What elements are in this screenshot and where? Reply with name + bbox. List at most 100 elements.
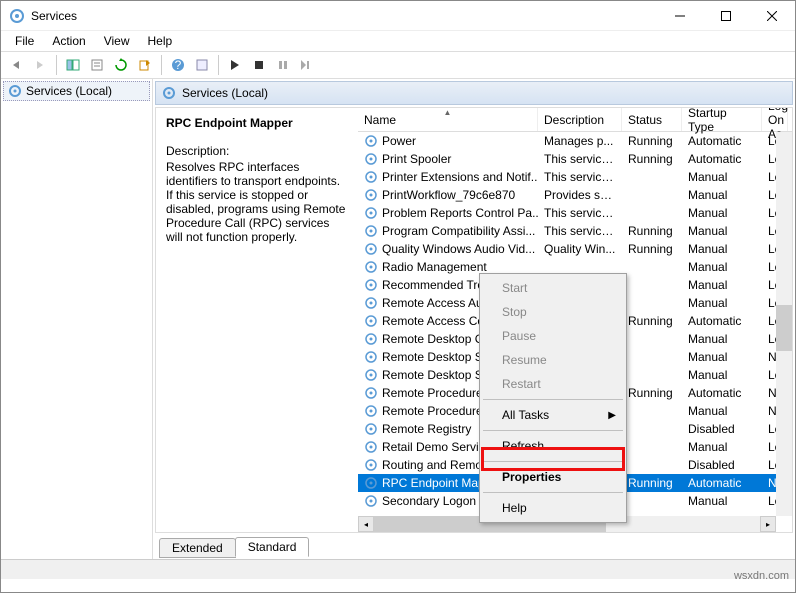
close-button[interactable]: [749, 1, 795, 31]
statusbar: [1, 559, 795, 579]
menu-view[interactable]: View: [96, 32, 138, 50]
restart-service-button[interactable]: [296, 54, 318, 76]
ctx-refresh[interactable]: Refresh: [482, 434, 624, 458]
gear-icon: [364, 134, 378, 148]
description-pane: RPC Endpoint Mapper Description: Resolve…: [156, 108, 358, 532]
service-startup: Manual: [682, 350, 762, 364]
gear-icon: [364, 332, 378, 346]
gear-icon: [364, 350, 378, 364]
tree-node-services-local[interactable]: Services (Local): [3, 81, 150, 101]
main-area: Services (Local) Services (Local) RPC En…: [1, 79, 795, 559]
gear-icon: [364, 440, 378, 454]
service-name: Recommended Trou: [382, 278, 491, 292]
service-name: Routing and Remot: [382, 458, 485, 472]
service-name: Remote Procedure: [382, 386, 483, 400]
service-status: Running: [622, 386, 682, 400]
gear-icon: [364, 458, 378, 472]
toolbar: ?: [1, 51, 795, 79]
window-title: Services: [31, 9, 657, 23]
service-startup: Manual: [682, 170, 762, 184]
properties-button[interactable]: [86, 54, 108, 76]
toolbar-separator: [218, 55, 219, 75]
column-name[interactable]: Name▲: [358, 108, 538, 131]
ctx-restart[interactable]: Restart: [482, 372, 624, 396]
back-button[interactable]: [5, 54, 27, 76]
service-startup: Manual: [682, 224, 762, 238]
service-name: Problem Reports Control Pa...: [382, 206, 538, 220]
scroll-right-button[interactable]: ▸: [760, 516, 776, 532]
gear-icon: [364, 314, 378, 328]
service-desc: This service ...: [538, 170, 622, 184]
tabstrip: Extended Standard: [155, 535, 793, 557]
stop-service-button[interactable]: [248, 54, 270, 76]
service-desc: Quality Win...: [538, 242, 622, 256]
service-startup: Disabled: [682, 458, 762, 472]
refresh-button[interactable]: [110, 54, 132, 76]
service-row[interactable]: PowerManages p...RunningAutomaticLc: [358, 132, 792, 150]
ctx-help[interactable]: Help: [482, 496, 624, 520]
gear-icon: [364, 224, 378, 238]
service-status: Running: [622, 314, 682, 328]
vertical-scrollbar[interactable]: [776, 132, 792, 516]
ctx-properties[interactable]: Properties: [482, 465, 624, 489]
minimize-button[interactable]: [657, 1, 703, 31]
service-name: Program Compatibility Assi...: [382, 224, 535, 238]
scroll-left-button[interactable]: ◂: [358, 516, 374, 532]
service-startup: Manual: [682, 296, 762, 310]
column-headers: Name▲ Description Status Startup Type Lo…: [358, 108, 792, 132]
column-status[interactable]: Status: [622, 108, 682, 131]
service-row[interactable]: Printer Extensions and Notif...This serv…: [358, 168, 792, 186]
service-name: Remote Access Aut: [382, 296, 486, 310]
ctx-pause[interactable]: Pause: [482, 324, 624, 348]
context-menu: Start Stop Pause Resume Restart All Task…: [479, 273, 627, 523]
service-row[interactable]: Quality Windows Audio Vid...Quality Win.…: [358, 240, 792, 258]
export-button[interactable]: [134, 54, 156, 76]
gear-icon: [8, 84, 22, 98]
service-startup: Automatic: [682, 386, 762, 400]
maximize-button[interactable]: [703, 1, 749, 31]
service-name: Print Spooler: [382, 152, 451, 166]
menu-action[interactable]: Action: [44, 32, 93, 50]
service-name: Retail Demo Service: [382, 440, 491, 454]
gear-icon: [364, 242, 378, 256]
ctx-start[interactable]: Start: [482, 276, 624, 300]
ctx-separator: [483, 399, 623, 400]
column-logon[interactable]: Log On As: [762, 108, 788, 131]
service-row[interactable]: Problem Reports Control Pa...This servic…: [358, 204, 792, 222]
service-row[interactable]: PrintWorkflow_79c6e870Provides su...Manu…: [358, 186, 792, 204]
service-row[interactable]: Print SpoolerThis service ...RunningAuto…: [358, 150, 792, 168]
column-description[interactable]: Description: [538, 108, 622, 131]
service-startup: Disabled: [682, 422, 762, 436]
gear-icon: [364, 368, 378, 382]
scroll-thumb[interactable]: [776, 305, 792, 351]
service-status: Running: [622, 242, 682, 256]
service-startup: Automatic: [682, 134, 762, 148]
menu-help[interactable]: Help: [140, 32, 181, 50]
service-desc: This service ...: [538, 152, 622, 166]
column-startup[interactable]: Startup Type: [682, 108, 762, 131]
service-name: Printer Extensions and Notif...: [382, 170, 538, 184]
forward-button[interactable]: [29, 54, 51, 76]
show-hide-tree-button[interactable]: [62, 54, 84, 76]
service-name: Power: [382, 134, 416, 148]
tab-extended[interactable]: Extended: [159, 538, 236, 558]
menu-file[interactable]: File: [7, 32, 42, 50]
ctx-resume[interactable]: Resume: [482, 348, 624, 372]
chevron-right-icon: ▶: [608, 410, 616, 421]
help-button[interactable]: ?: [167, 54, 189, 76]
right-pane: Services (Local) RPC Endpoint Mapper Des…: [153, 79, 795, 559]
content-area: RPC Endpoint Mapper Description: Resolve…: [155, 107, 793, 533]
tab-standard[interactable]: Standard: [235, 537, 310, 557]
gear-icon: [364, 152, 378, 166]
gear-icon: [364, 206, 378, 220]
ctx-all-tasks[interactable]: All Tasks▶: [482, 403, 624, 427]
pause-service-button[interactable]: [272, 54, 294, 76]
start-service-button[interactable]: [224, 54, 246, 76]
service-row[interactable]: Program Compatibility Assi...This servic…: [358, 222, 792, 240]
ctx-stop[interactable]: Stop: [482, 300, 624, 324]
service-startup: Manual: [682, 404, 762, 418]
service-desc: Provides su...: [538, 188, 622, 202]
gear-icon: [364, 404, 378, 418]
toolbar-separator: [161, 55, 162, 75]
info-button[interactable]: [191, 54, 213, 76]
